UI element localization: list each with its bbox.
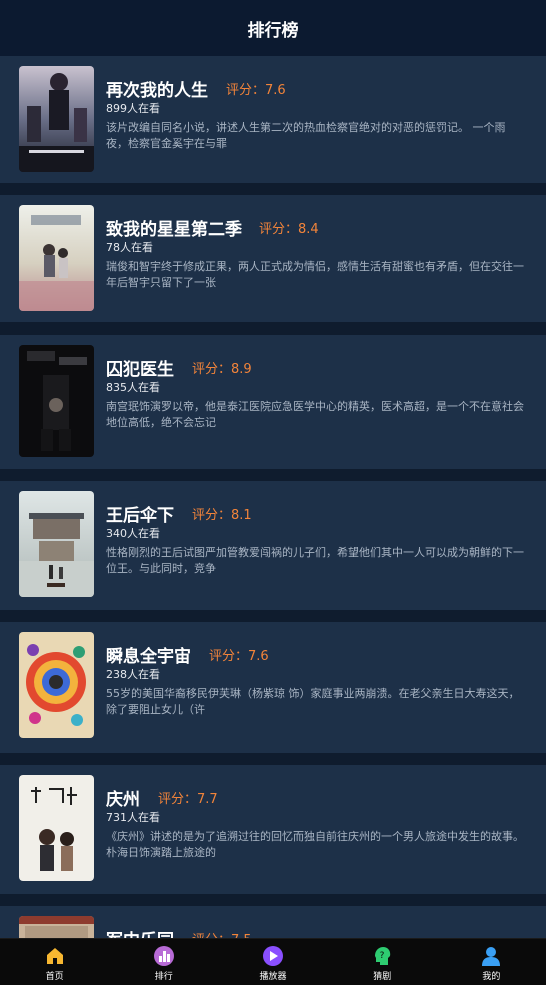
tab-profile[interactable]: 我的 [437, 939, 546, 985]
list-item[interactable]: 王后伞下 评分：8.1 340人在看 性格刚烈的王后试图严加管教爱闯祸的儿子们，… [0, 481, 546, 610]
poster-image [19, 205, 94, 311]
list-item[interactable]: 致我的星星第二季 评分：8.4 78人在看 瑞俊和智宇终于修成正果，两人正式成为… [0, 195, 546, 322]
item-description: 55岁的美国华裔移民伊芙琳（杨紫琼 饰）家庭事业两崩溃。在老父亲生日大寿这天，除… [106, 687, 520, 716]
item-title[interactable]: 王后伞下 [106, 501, 174, 526]
item-watchers: 340人在看 [106, 527, 160, 540]
poster-image [19, 916, 94, 938]
item-score: 评分：7.6 [226, 83, 286, 98]
bottom-tab-bar: 首页 排行 播放器 ? 猜剧 我的 [0, 938, 546, 985]
tab-label: 猜剧 [373, 972, 392, 982]
list-item[interactable]: 庆州 评分：7.7 731人在看 《庆州》讲述的是为了追溯过往的回忆而独自前往庆… [0, 765, 546, 894]
item-score: 评分：7.6 [209, 649, 269, 664]
home-icon [44, 945, 66, 967]
player-icon [262, 945, 284, 967]
ranking-icon [153, 945, 175, 967]
poster-image [19, 632, 94, 738]
item-score: 评分：8.9 [192, 362, 252, 377]
tab-ranking[interactable]: 排行 [109, 939, 218, 985]
item-description: 该片改编自同名小说，讲述人生第二次的热血检察官绝对的对恶的惩罚记。 一个雨夜，检… [106, 121, 506, 150]
poster-image [19, 775, 94, 881]
profile-icon [480, 945, 502, 967]
tab-player[interactable]: 播放器 [218, 939, 327, 985]
tab-label: 首页 [45, 972, 64, 982]
list-item[interactable]: 囚犯医生 评分：8.9 835人在看 南宫珉饰演罗以帝，他是泰江医院应急医学中心… [0, 335, 546, 469]
ranking-list[interactable]: 再次我的人生 评分：7.6 899人在看 该片改编自同名小说，讲述人生第二次的热… [0, 56, 546, 938]
item-title[interactable]: 致我的星星第二季 [106, 215, 242, 240]
list-item[interactable]: 军中乐园 评分：7.5 [0, 906, 546, 938]
tab-label: 排行 [154, 972, 173, 982]
page-header: 排行榜 [0, 0, 546, 56]
tab-label: 播放器 [259, 972, 287, 982]
item-title[interactable]: 军中乐园 [106, 926, 174, 938]
item-title[interactable]: 瞬息全宇宙 [106, 642, 191, 667]
item-title[interactable]: 再次我的人生 [106, 76, 208, 101]
item-watchers: 78人在看 [106, 241, 153, 254]
list-item[interactable]: 瞬息全宇宙 评分：7.6 238人在看 55岁的美国华裔移民伊芙琳（杨紫琼 饰）… [0, 622, 546, 753]
item-description: 性格刚烈的王后试图严加管教爱闯祸的儿子们，希望他们其中一人可以成为朝鲜的下一位王… [106, 546, 524, 575]
item-score: 评分：8.1 [192, 508, 252, 523]
guess-icon: ? [371, 945, 393, 967]
svg-text:?: ? [380, 951, 385, 961]
item-title[interactable]: 囚犯医生 [106, 355, 174, 380]
poster-image [19, 66, 94, 172]
item-watchers: 899人在看 [106, 102, 160, 115]
list-item[interactable]: 再次我的人生 评分：7.6 899人在看 该片改编自同名小说，讲述人生第二次的热… [0, 56, 546, 183]
item-description: 瑞俊和智宇终于修成正果，两人正式成为情侣，感情生活有甜蜜也有矛盾，但在交往一年后… [106, 260, 524, 289]
item-watchers: 731人在看 [106, 811, 160, 824]
tab-guess[interactable]: ? 猜剧 [328, 939, 437, 985]
item-description: 《庆州》讲述的是为了追溯过往的回忆而独自前往庆州的一个男人旅途中发生的故事。朴海… [106, 830, 524, 859]
page-title: 排行榜 [247, 20, 299, 41]
item-watchers: 835人在看 [106, 381, 160, 394]
tab-label: 我的 [482, 972, 501, 982]
item-score: 评分：8.4 [259, 222, 319, 237]
item-description: 南宫珉饰演罗以帝，他是泰江医院应急医学中心的精英，医术高超，是一个不在意社会地位… [106, 400, 524, 429]
item-title[interactable]: 庆州 [106, 785, 140, 810]
poster-image [19, 491, 94, 597]
item-score: 评分：7.5 [192, 929, 252, 938]
item-score: 评分：7.7 [158, 792, 218, 807]
tab-home[interactable]: 首页 [0, 939, 109, 985]
item-watchers: 238人在看 [106, 668, 160, 681]
poster-image [19, 345, 94, 457]
